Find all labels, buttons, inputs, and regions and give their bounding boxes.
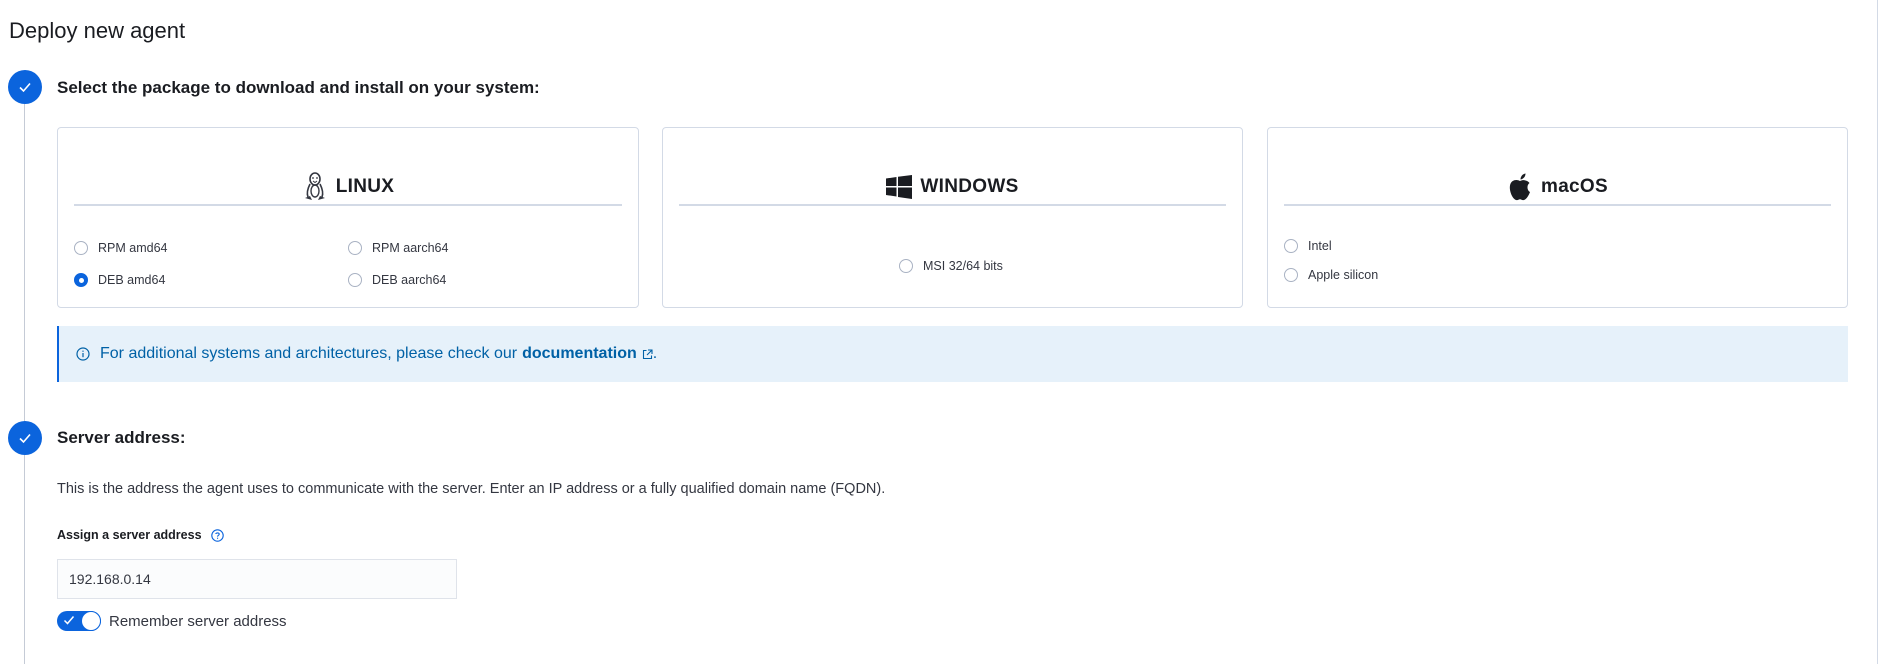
- step-1-title: Select the package to download and insta…: [57, 78, 540, 97]
- macos-title: macOS: [1541, 176, 1608, 197]
- external-link-icon[interactable]: [642, 348, 653, 360]
- radio-label: RPM aarch64: [372, 241, 449, 255]
- remember-server-address-toggle[interactable]: [57, 611, 101, 631]
- check-icon: [63, 616, 75, 625]
- step-2-complete-indicator: [8, 421, 42, 455]
- windows-title: WINDOWS: [920, 176, 1019, 197]
- toggle-knob: [81, 611, 101, 631]
- documentation-link-label: documentation: [522, 345, 637, 362]
- linux-package-card: LINUX RPM amd64 RPM aarch64 DEB amd64 DE…: [57, 127, 639, 308]
- help-icon[interactable]: [210, 528, 224, 542]
- radio-rpm-aarch64[interactable]: RPM aarch64: [348, 241, 448, 255]
- server-address-input[interactable]: [57, 559, 457, 599]
- radio-button[interactable]: [899, 259, 913, 273]
- radio-button[interactable]: [348, 241, 362, 255]
- server-address-description: This is the address the agent uses to co…: [57, 481, 886, 497]
- macos-card-header: macOS: [1284, 170, 1831, 206]
- check-icon: [19, 82, 31, 93]
- steps-timeline: [24, 86, 25, 664]
- radio-label: MSI 32/64 bits: [923, 259, 1003, 273]
- remember-server-address-row: Remember server address: [57, 611, 287, 631]
- windows-card-header: WINDOWS: [679, 170, 1226, 206]
- radio-label: RPM amd64: [98, 241, 168, 255]
- step-2-title: Server address:: [57, 428, 186, 447]
- remember-server-address-label: Remember server address: [109, 612, 287, 630]
- radio-button[interactable]: [1284, 239, 1298, 253]
- radio-deb-amd64[interactable]: DEB amd64: [74, 273, 165, 287]
- radio-button[interactable]: [1284, 268, 1298, 282]
- radio-button[interactable]: [348, 273, 362, 287]
- radio-button[interactable]: [74, 241, 88, 255]
- documentation-link[interactable]: documentation: [522, 345, 637, 363]
- radio-label: DEB amd64: [98, 273, 166, 287]
- radio-deb-aarch64[interactable]: DEB aarch64: [348, 273, 446, 287]
- scrollbar-edge: [1877, 0, 1878, 664]
- radio-intel[interactable]: Intel: [1284, 239, 1332, 253]
- callout-text: For additional systems and architectures…: [100, 345, 518, 362]
- radio-label: Intel: [1308, 239, 1332, 253]
- callout-suffix: .: [652, 345, 658, 362]
- radio-apple-silicon[interactable]: Apple silicon: [1284, 268, 1378, 282]
- step-1-complete-indicator: [8, 70, 42, 104]
- page-title: Deploy new agent: [9, 18, 186, 43]
- radio-msi-32-64-bits[interactable]: MSI 32/64 bits: [899, 259, 1003, 273]
- apple-logo-icon: [1509, 173, 1530, 201]
- server-address-field-label: Assign a server address: [57, 528, 224, 542]
- radio-label: DEB aarch64: [372, 273, 447, 287]
- info-callout: For additional systems and architectures…: [57, 326, 1848, 382]
- info-icon: [76, 347, 90, 361]
- linux-card-header: LINUX: [74, 170, 622, 206]
- radio-label: Apple silicon: [1308, 268, 1379, 282]
- linux-title: LINUX: [335, 176, 395, 197]
- field-label-text: Assign a server address: [57, 528, 202, 542]
- radio-rpm-amd64[interactable]: RPM amd64: [74, 241, 167, 255]
- macos-package-card: macOS Intel Apple silicon: [1267, 127, 1848, 308]
- check-icon: [19, 433, 31, 444]
- windows-package-card: WINDOWS MSI 32/64 bits: [662, 127, 1243, 308]
- radio-button-selected[interactable]: [74, 273, 88, 287]
- linux-penguin-icon: [304, 172, 325, 200]
- windows-logo-icon: [886, 175, 913, 199]
